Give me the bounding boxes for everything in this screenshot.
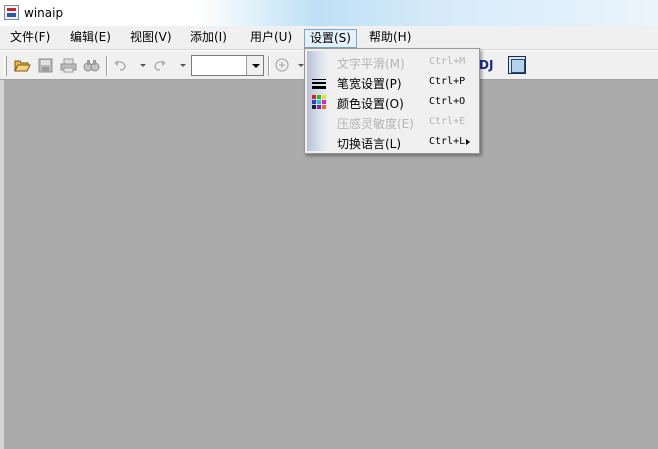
menu-file[interactable]: 文件(F) xyxy=(5,29,55,48)
undo-dropdown-arrow[interactable] xyxy=(140,64,146,67)
menu-item-label: 切换语言(L) xyxy=(337,137,402,151)
menu-item-pressure-sensitivity[interactable]: 压感灵敏度(E) Ctrl+E xyxy=(305,112,479,132)
save-icon[interactable] xyxy=(37,57,54,74)
menu-item-label: 压感灵敏度(E) xyxy=(337,117,414,131)
window-title: winaip xyxy=(24,6,64,20)
chevron-down-icon[interactable] xyxy=(246,56,263,75)
redo-dropdown-arrow[interactable] xyxy=(180,64,186,67)
toolbar-separator xyxy=(106,56,108,76)
submenu-arrow-icon xyxy=(466,139,470,145)
menu-item-label: 文字平滑(M) xyxy=(337,57,405,71)
undo-icon[interactable] xyxy=(112,57,129,74)
menu-item-switch-language[interactable]: 切换语言(L) Ctrl+L xyxy=(305,132,479,152)
color-palette-icon xyxy=(311,94,327,110)
redo-icon[interactable] xyxy=(151,57,168,74)
dj-button[interactable]: DJ xyxy=(479,58,493,72)
menu-item-label: 笔宽设置(P) xyxy=(337,77,402,91)
menu-edit[interactable]: 编辑(E) xyxy=(65,29,116,48)
menu-item-color[interactable]: 颜色设置(O) Ctrl+O xyxy=(305,92,479,112)
toolbar-separator xyxy=(268,56,270,76)
print-icon[interactable] xyxy=(60,57,77,74)
menu-item-shortcut: Ctrl+O xyxy=(429,96,466,107)
menu-view[interactable]: 视图(V) xyxy=(125,29,177,48)
zoom-combo-box[interactable] xyxy=(191,55,264,76)
menu-item-shortcut: Ctrl+P xyxy=(429,76,466,87)
app-icon[interactable] xyxy=(4,5,19,20)
menu-item-shortcut: Ctrl+M xyxy=(429,56,466,67)
menu-bar: 文件(F) 编辑(E) 视图(V) 添加(I) 用户(U) 设置(S) 帮助(H… xyxy=(0,26,658,50)
open-folder-icon[interactable] xyxy=(14,57,31,74)
document-icon[interactable] xyxy=(508,56,526,74)
menu-item-shortcut: Ctrl+E xyxy=(429,116,466,127)
menu-settings[interactable]: 设置(S) xyxy=(304,29,357,48)
title-bar: winaip xyxy=(0,0,658,26)
menu-item-pen-width[interactable]: 笔宽设置(P) Ctrl+P xyxy=(305,72,479,92)
menu-item-shortcut: Ctrl+L xyxy=(429,136,466,147)
zoom-in-icon[interactable] xyxy=(274,57,291,74)
toolbar-grip[interactable] xyxy=(4,56,7,76)
menu-user[interactable]: 用户(U) xyxy=(245,29,297,48)
pen-width-icon xyxy=(311,74,327,90)
find-icon[interactable] xyxy=(83,57,100,74)
menu-item-text-smoothing[interactable]: 文字平滑(M) Ctrl+M xyxy=(305,52,479,72)
menu-item-label: 颜色设置(O) xyxy=(337,97,404,111)
settings-dropdown-menu: 文字平滑(M) Ctrl+M 笔宽设置(P) Ctrl+P 颜色设置(O) Ct… xyxy=(304,48,480,154)
menu-add[interactable]: 添加(I) xyxy=(185,29,232,48)
menu-help[interactable]: 帮助(H) xyxy=(364,29,416,48)
